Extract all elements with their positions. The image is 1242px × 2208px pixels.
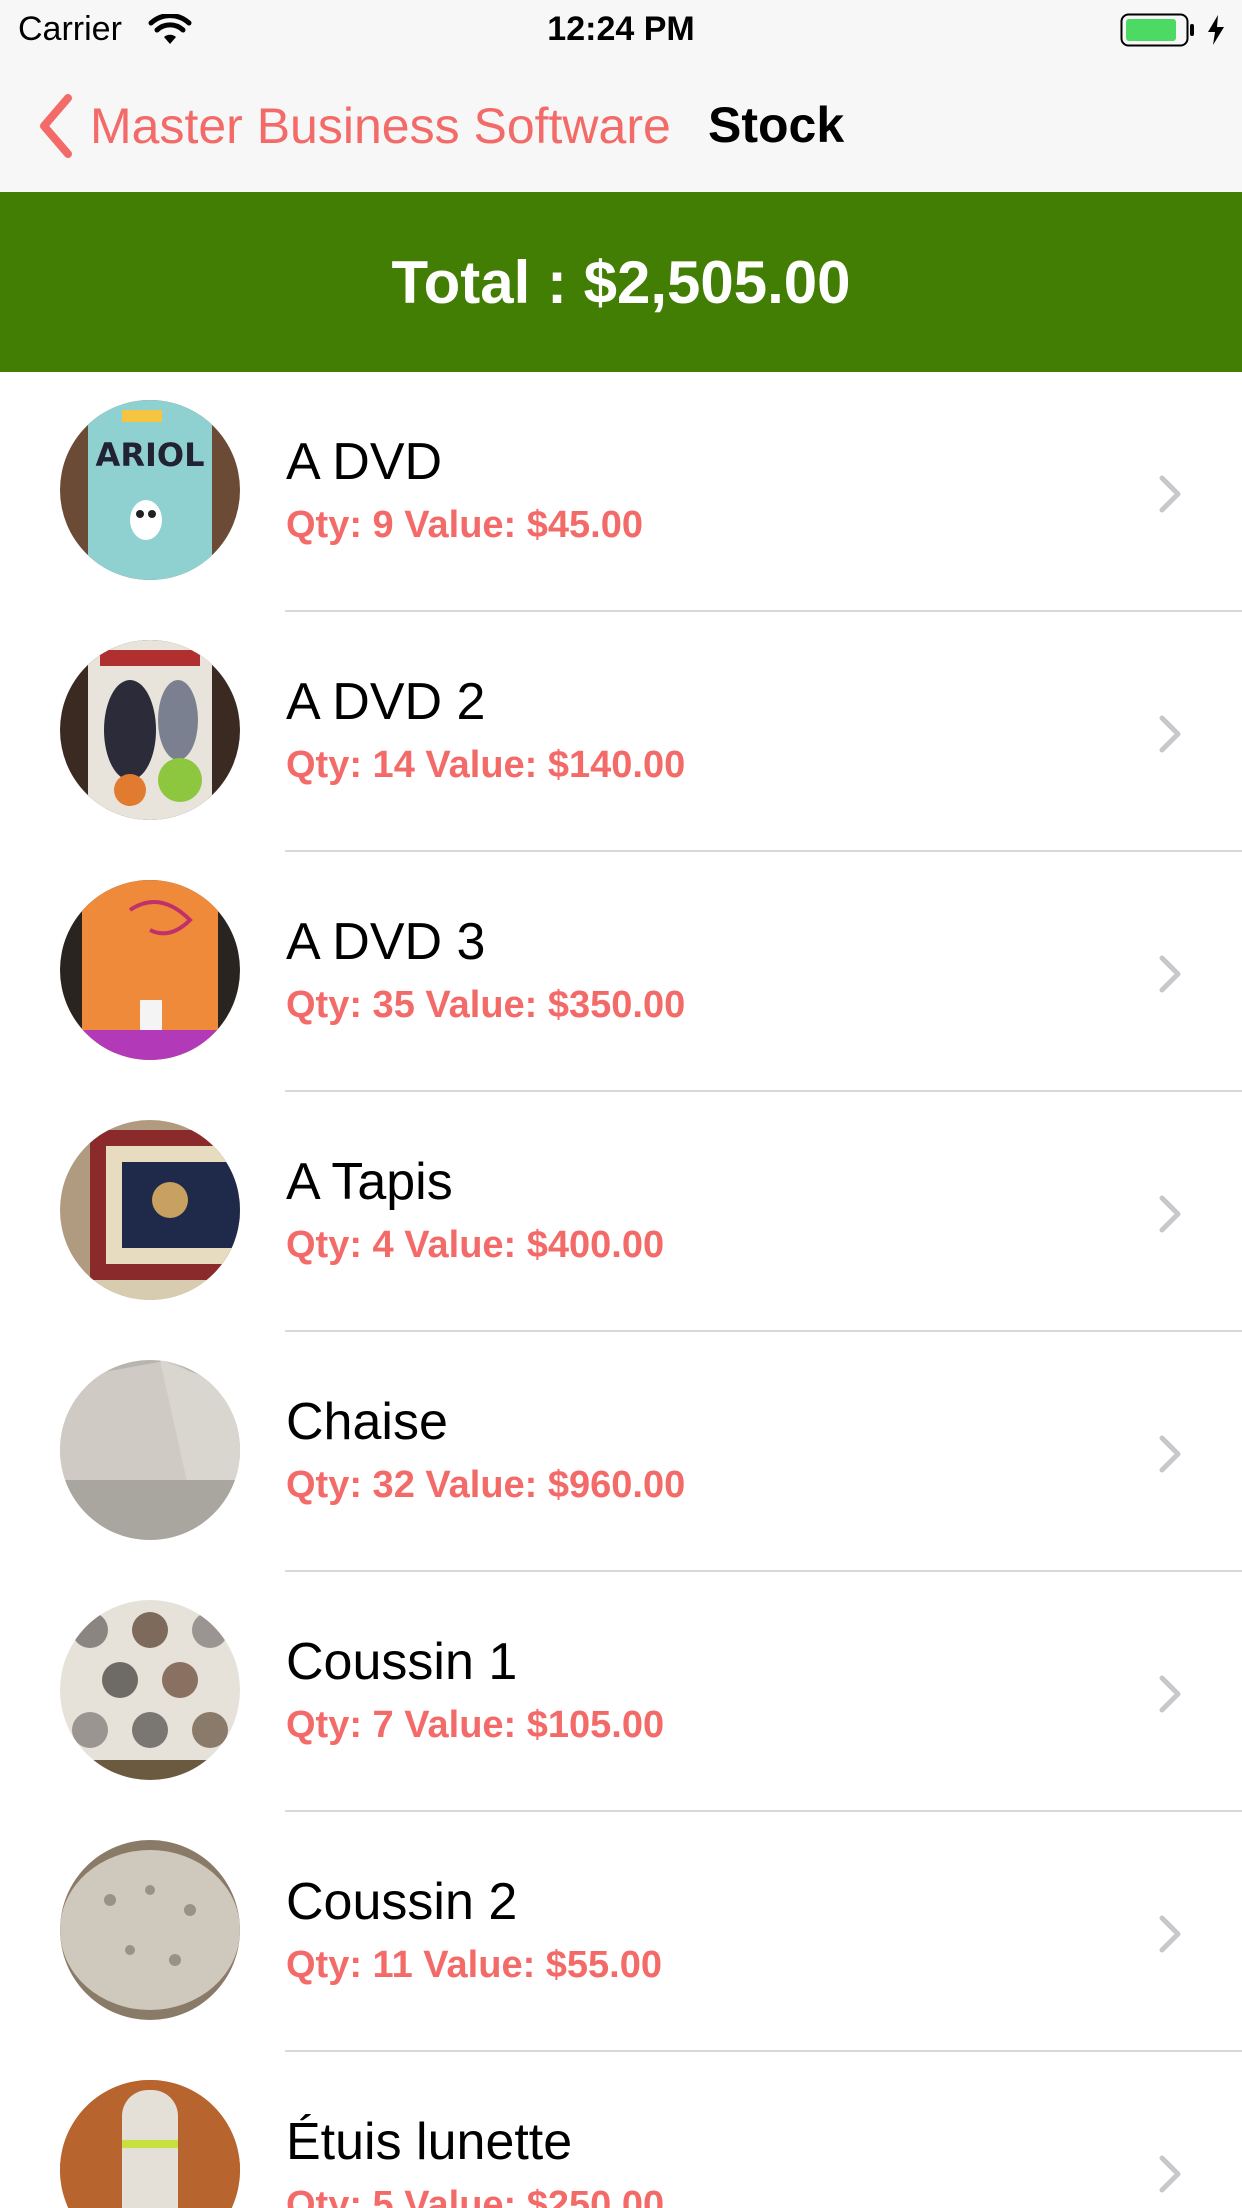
chevron-right-icon (1159, 1195, 1181, 1233)
item-name: A DVD 3 (286, 913, 486, 971)
item-detail: Qty: 14 Value: $140.00 (286, 744, 686, 786)
item-name: Étuis lunette (286, 2113, 573, 2171)
item-thumbnail: ARIOL (60, 400, 240, 580)
item-detail: Qty: 4 Value: $400.00 (286, 1224, 665, 1266)
navigation-bar: Master Business Software Stock (0, 60, 1242, 192)
item-detail: Qty: 35 Value: $350.00 (286, 984, 686, 1026)
list-item[interactable]: A DVD 3 Qty: 35 Value: $350.00 (0, 852, 1242, 1092)
item-detail: Qty: 9 Value: $45.00 (286, 504, 643, 546)
status-bar: Carrier 12:24 PM (0, 0, 1242, 60)
back-button-label: Master Business Software (90, 98, 671, 154)
item-name: A DVD 2 (286, 673, 486, 731)
chevron-right-icon (1159, 475, 1181, 513)
chevron-right-icon (1159, 2155, 1181, 2193)
list-item[interactable]: A DVD 2 Qty: 14 Value: $140.00 (0, 612, 1242, 852)
item-thumbnail (60, 1600, 240, 1780)
chevron-right-icon (1159, 1675, 1181, 1713)
clock: 12:24 PM (547, 10, 695, 48)
stock-list: ARIOL A DVD Qty: 9 Value: $45.00 A DVD 2… (0, 372, 1242, 2208)
list-item[interactable]: Coussin 1 Qty: 7 Value: $105.00 (0, 1572, 1242, 1812)
item-thumbnail (60, 1840, 240, 2020)
total-banner: Total : $2,505.00 (0, 192, 1242, 372)
item-thumbnail (60, 640, 240, 820)
charging-bolt-icon (1208, 15, 1224, 45)
total-value: Total : $2,505.00 (391, 248, 851, 316)
item-thumbnail (60, 1120, 240, 1300)
item-detail: Qty: 32 Value: $960.00 (286, 1464, 686, 1506)
list-item[interactable]: ARIOL A DVD Qty: 9 Value: $45.00 (0, 372, 1242, 612)
chevron-right-icon (1159, 955, 1181, 993)
item-name: A DVD (286, 433, 443, 491)
list-item[interactable]: Étuis lunette Qty: 5 Value: $250.00 (0, 2052, 1242, 2208)
list-item[interactable]: A Tapis Qty: 4 Value: $400.00 (0, 1092, 1242, 1332)
item-name: Chaise (286, 1393, 448, 1451)
list-item[interactable]: Chaise Qty: 32 Value: $960.00 (0, 1332, 1242, 1572)
list-item[interactable]: Coussin 2 Qty: 11 Value: $55.00 (0, 1812, 1242, 2052)
back-button[interactable]: Master Business Software (36, 94, 671, 158)
svg-text:ARIOL: ARIOL (96, 436, 205, 474)
item-name: Coussin 2 (286, 1873, 518, 1931)
page-title: Stock (708, 97, 845, 153)
item-thumbnail (60, 880, 240, 1060)
battery-icon (1120, 13, 1194, 47)
chevron-right-icon (1159, 1435, 1181, 1473)
item-name: Coussin 1 (286, 1633, 518, 1691)
item-detail: Qty: 11 Value: $55.00 (286, 1944, 663, 1986)
chevron-right-icon (1159, 715, 1181, 753)
chevron-right-icon (1159, 1915, 1181, 1953)
chevron-left-icon (40, 94, 72, 158)
item-name: A Tapis (286, 1153, 453, 1211)
item-thumbnail (60, 2080, 240, 2208)
item-detail: Qty: 5 Value: $250.00 (286, 2184, 665, 2208)
item-detail: Qty: 7 Value: $105.00 (286, 1704, 665, 1746)
item-thumbnail (60, 1360, 240, 1540)
